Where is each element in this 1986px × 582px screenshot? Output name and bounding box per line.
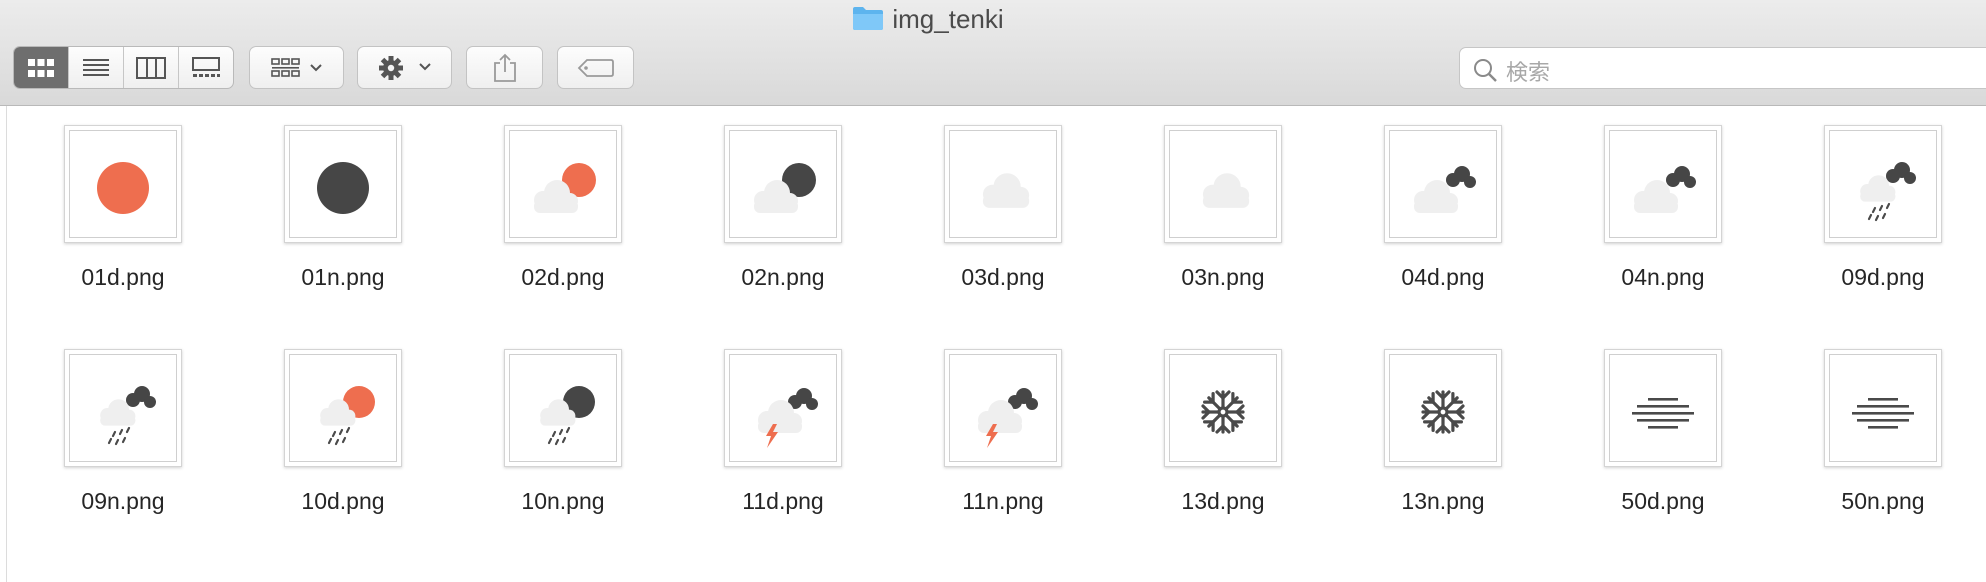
window-title-text: img_tenki	[892, 4, 1004, 34]
view-mode-segmented-control[interactable]	[13, 46, 234, 89]
thunderstorm-icon	[978, 388, 1038, 448]
group-button[interactable]	[249, 46, 344, 89]
few-clouds-day-icon	[534, 163, 596, 213]
gallery-view-icon	[192, 56, 220, 77]
scattered-clouds-icon	[982, 173, 1030, 208]
rain-day-icon	[320, 386, 375, 446]
action-gear-button[interactable]	[357, 46, 452, 89]
file-thumbnail[interactable]	[504, 349, 622, 467]
file-name: 03d.png	[961, 264, 1045, 290]
file-thumbnail[interactable]	[1824, 349, 1942, 467]
column-view-button[interactable]	[124, 47, 179, 88]
shower-rain-icon	[100, 386, 156, 446]
file-name: 11d.png	[742, 488, 824, 514]
file-name: 09n.png	[81, 488, 165, 514]
file-item[interactable]: 50d.png	[1576, 330, 1726, 530]
group-icon	[270, 57, 322, 77]
search-icon	[1474, 59, 1497, 82]
file-item[interactable]: 01d.png	[36, 106, 186, 306]
file-item[interactable]: 09n.png	[36, 330, 186, 530]
snow-icon	[1201, 390, 1245, 434]
file-item[interactable]: 04d.png	[1356, 106, 1506, 306]
file-thumbnail[interactable]	[284, 125, 402, 243]
share-button[interactable]	[466, 46, 543, 89]
file-thumbnail[interactable]	[1604, 125, 1722, 243]
icon-view-icon	[28, 58, 54, 77]
file-item[interactable]: 10n.png	[476, 330, 626, 530]
thunderstorm-icon	[758, 388, 818, 448]
rain-night-icon	[540, 386, 595, 446]
file-item[interactable]: 03n.png	[1136, 106, 1286, 306]
finder-toolbar: img_tenki 検索	[0, 0, 1986, 106]
file-thumbnail[interactable]	[724, 349, 842, 467]
share-icon	[493, 53, 516, 82]
icon-view-button[interactable]	[14, 47, 69, 88]
search-field[interactable]: 検索	[1459, 47, 1986, 89]
file-name: 11n.png	[962, 488, 1044, 514]
file-thumbnail[interactable]	[1164, 349, 1282, 467]
tag-button[interactable]	[557, 46, 634, 89]
file-name: 50n.png	[1841, 488, 1925, 514]
file-name: 13d.png	[1181, 488, 1265, 514]
file-name: 04d.png	[1401, 264, 1485, 290]
snow-icon	[1421, 390, 1465, 434]
file-name: 04n.png	[1621, 264, 1705, 290]
file-item[interactable]: 13d.png	[1136, 330, 1286, 530]
file-name: 13n.png	[1401, 488, 1485, 514]
search-placeholder: 検索	[1506, 60, 1551, 85]
file-thumbnail[interactable]	[1824, 125, 1942, 243]
file-item[interactable]: 03d.png	[916, 106, 1066, 306]
file-item[interactable]: 02d.png	[476, 106, 626, 306]
file-name: 50d.png	[1621, 488, 1705, 514]
sidebar-divider	[6, 106, 7, 582]
broken-clouds-icon	[1634, 166, 1696, 213]
file-thumbnail[interactable]	[1604, 349, 1722, 467]
file-name: 02n.png	[741, 264, 825, 290]
file-thumbnail[interactable]	[64, 125, 182, 243]
gallery-view-button[interactable]	[179, 47, 233, 88]
file-name: 02d.png	[521, 264, 605, 290]
file-name: 01n.png	[301, 264, 385, 290]
list-view-button[interactable]	[69, 47, 124, 88]
file-thumbnail[interactable]	[284, 349, 402, 467]
file-thumbnail[interactable]	[1384, 125, 1502, 243]
list-view-icon	[83, 58, 109, 76]
file-name: 10d.png	[301, 488, 385, 514]
file-thumbnail[interactable]	[1164, 125, 1282, 243]
clear-night-icon	[317, 162, 369, 214]
gear-icon	[378, 55, 431, 80]
file-icon-grid: 01d.png 01n.png 02d.png 02n.png 03d.png …	[0, 106, 1986, 582]
few-clouds-night-icon	[754, 163, 816, 213]
file-thumbnail[interactable]	[64, 349, 182, 467]
window-title: img_tenki	[0, 4, 1856, 38]
file-item[interactable]: 02n.png	[696, 106, 846, 306]
column-view-icon	[136, 56, 166, 79]
file-item[interactable]: 50n.png	[1796, 330, 1946, 530]
file-item[interactable]: 10d.png	[256, 330, 406, 530]
tag-icon	[577, 58, 614, 77]
shower-rain-icon	[1860, 162, 1916, 222]
file-thumbnail[interactable]	[1384, 349, 1502, 467]
file-thumbnail[interactable]	[944, 125, 1062, 243]
file-name: 03n.png	[1181, 264, 1265, 290]
broken-clouds-icon	[1414, 166, 1476, 213]
file-name: 10n.png	[521, 488, 605, 514]
file-name: 01d.png	[81, 264, 165, 290]
file-item[interactable]: 13n.png	[1356, 330, 1506, 530]
file-item[interactable]: 01n.png	[256, 106, 406, 306]
file-thumbnail[interactable]	[724, 125, 842, 243]
clear-day-icon	[97, 162, 149, 214]
file-item[interactable]: 09d.png	[1796, 106, 1946, 306]
file-item[interactable]: 11d.png	[696, 330, 846, 530]
file-thumbnail[interactable]	[944, 349, 1062, 467]
file-thumbnail[interactable]	[504, 125, 622, 243]
mist-icon	[1852, 398, 1914, 429]
file-name: 09d.png	[1841, 264, 1925, 290]
scattered-clouds-icon	[1202, 173, 1250, 208]
file-item[interactable]: 04n.png	[1576, 106, 1726, 306]
mist-icon	[1632, 398, 1694, 429]
folder-icon	[852, 5, 884, 38]
file-item[interactable]: 11n.png	[916, 330, 1066, 530]
